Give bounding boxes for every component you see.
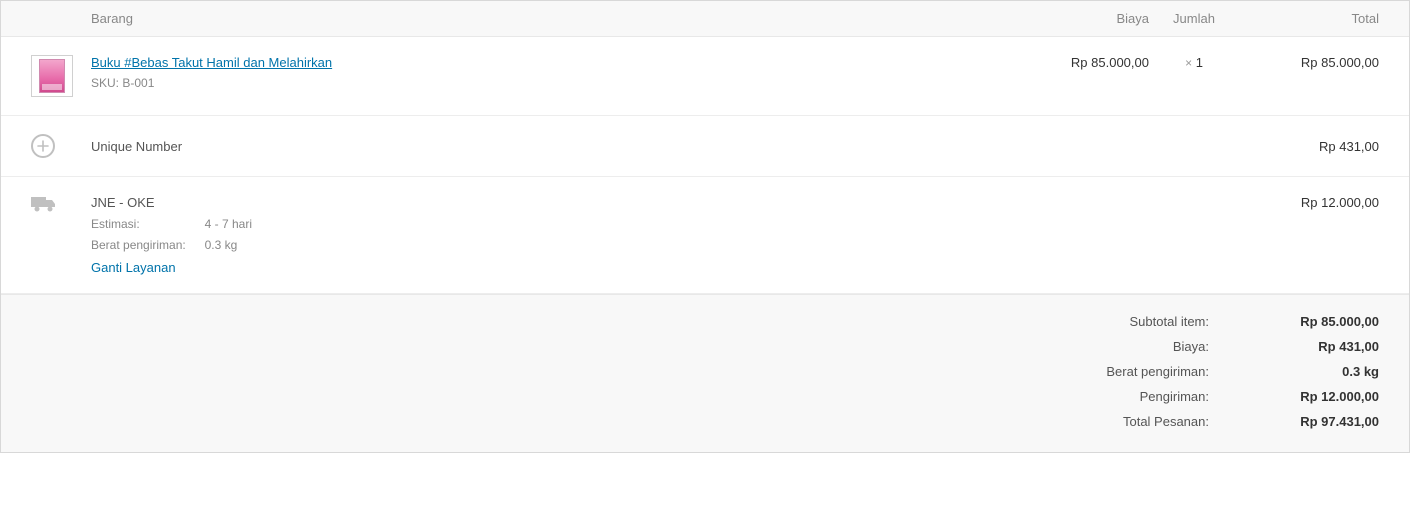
sku-value: B-001 bbox=[122, 76, 154, 90]
qty-prefix: × bbox=[1185, 56, 1192, 70]
book-icon bbox=[39, 59, 65, 93]
product-row: Buku #Bebas Takut Hamil dan Melahirkan S… bbox=[1, 37, 1409, 116]
fee-label: Biaya: bbox=[1173, 339, 1209, 354]
summary-weight-value: 0.3 kg bbox=[1229, 364, 1379, 379]
summary-total-row: Total Pesanan: Rp 97.431,00 bbox=[31, 409, 1379, 434]
order-summary: Subtotal item: Rp 85.000,00 Biaya: Rp 43… bbox=[1, 294, 1409, 452]
summary-fee-row: Biaya: Rp 431,00 bbox=[31, 334, 1379, 359]
summary-total-value: Rp 97.431,00 bbox=[1229, 414, 1379, 429]
estimate-value: 4 - 7 hari bbox=[205, 217, 252, 231]
truck-icon bbox=[31, 195, 55, 213]
fee-total: Rp 431,00 bbox=[1239, 139, 1379, 154]
summary-shipping-value: Rp 12.000,00 bbox=[1229, 389, 1379, 404]
subtotal-value: Rp 85.000,00 bbox=[1229, 314, 1379, 329]
change-service-link[interactable]: Ganti Layanan bbox=[91, 260, 176, 275]
summary-weight-row: Berat pengiriman: 0.3 kg bbox=[31, 359, 1379, 384]
shipping-row: JNE - OKE Estimasi: 4 - 7 hari Berat pen… bbox=[1, 177, 1409, 294]
fee-value: Rp 431,00 bbox=[1229, 339, 1379, 354]
sku-label: SKU: bbox=[91, 76, 119, 90]
shipping-total: Rp 12.000,00 bbox=[1239, 195, 1379, 210]
product-cost: Rp 85.000,00 bbox=[1009, 55, 1149, 70]
product-total: Rp 85.000,00 bbox=[1239, 55, 1379, 70]
subtotal-label: Subtotal item: bbox=[1130, 314, 1210, 329]
summary-shipping-row: Pengiriman: Rp 12.000,00 bbox=[31, 384, 1379, 409]
ship-weight-value: 0.3 kg bbox=[205, 238, 238, 252]
table-header: Barang Biaya Jumlah Total bbox=[1, 1, 1409, 37]
summary-shipping-label: Pengiriman: bbox=[1140, 389, 1209, 404]
header-qty: Jumlah bbox=[1149, 11, 1239, 26]
shipping-name: JNE - OKE bbox=[91, 195, 1009, 210]
fee-row: Unique Number Rp 431,00 bbox=[1, 116, 1409, 177]
product-qty: 1 bbox=[1196, 55, 1203, 70]
header-total: Total bbox=[1239, 11, 1379, 26]
order-items-panel: Barang Biaya Jumlah Total Buku #Bebas Ta… bbox=[0, 0, 1410, 453]
summary-weight-label: Berat pengiriman: bbox=[1106, 364, 1209, 379]
product-sku: SKU: B-001 bbox=[91, 76, 1009, 90]
product-thumbnail[interactable] bbox=[31, 55, 73, 97]
summary-subtotal-row: Subtotal item: Rp 85.000,00 bbox=[31, 309, 1379, 334]
fee-name: Unique Number bbox=[91, 139, 1009, 154]
header-cost: Biaya bbox=[1009, 11, 1149, 26]
estimate-label: Estimasi: bbox=[91, 217, 201, 231]
ship-weight-label: Berat pengiriman: bbox=[91, 238, 201, 252]
plus-circle-icon bbox=[31, 134, 55, 158]
header-item: Barang bbox=[91, 11, 1009, 26]
product-link[interactable]: Buku #Bebas Takut Hamil dan Melahirkan bbox=[91, 55, 332, 70]
summary-total-label: Total Pesanan: bbox=[1123, 414, 1209, 429]
